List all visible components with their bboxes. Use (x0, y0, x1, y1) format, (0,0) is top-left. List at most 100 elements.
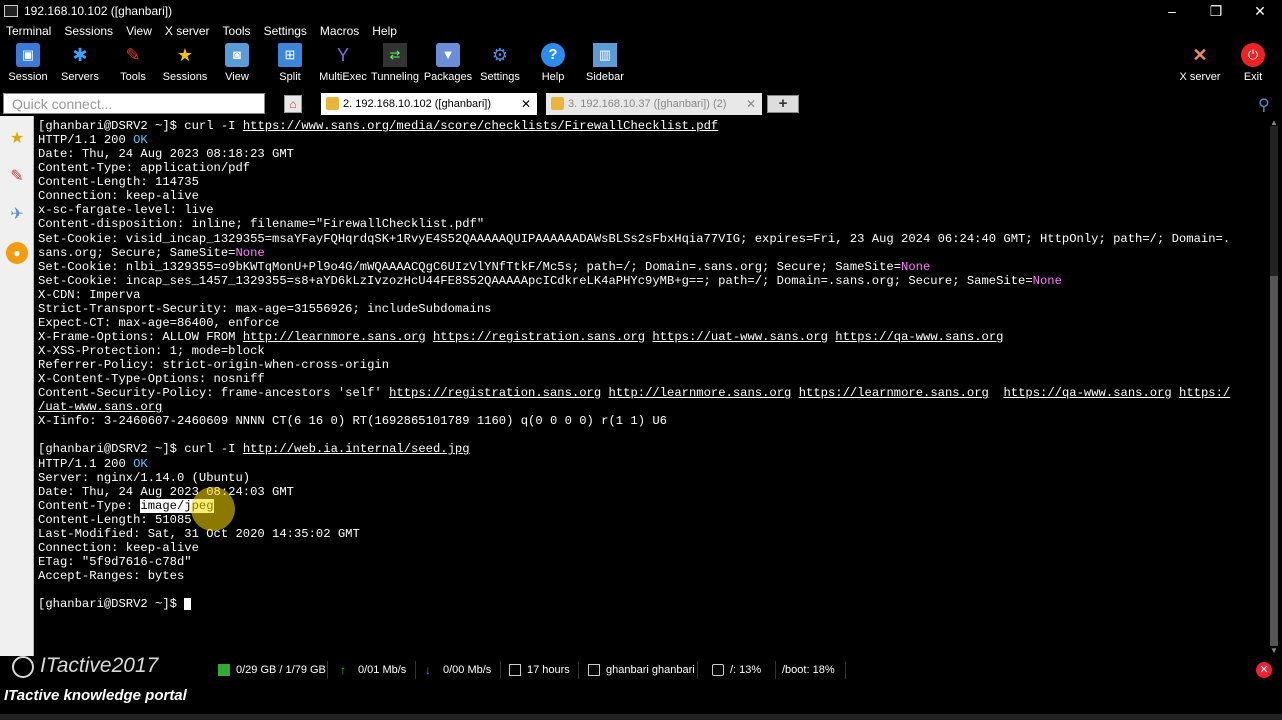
gear-icon: ⚙ (491, 45, 509, 65)
menu-x-server[interactable]: X server (165, 24, 210, 38)
terminal-line: HTTP/1.1 200 OK (38, 456, 148, 471)
sidebar-button-label: Sidebar (586, 71, 624, 83)
left-sidebar: ★ ✎ ✈ ● (0, 116, 34, 656)
split-button[interactable]: ⊞ Split (262, 43, 318, 87)
help-button[interactable]: ? Help (525, 43, 581, 87)
menu-tools[interactable]: Tools (223, 24, 251, 38)
tab-session-3-label: 3. 192.168.10.37 ([ghanbari]) (2) (568, 98, 727, 110)
terminal-link[interactable]: https:/ (1179, 386, 1230, 400)
star-icon: ★ (176, 45, 194, 65)
paperclip-icon[interactable]: ⚲ (1258, 95, 1276, 114)
text-cursor (184, 597, 192, 610)
user-status: ghanbari ghanbari (584, 661, 698, 679)
settings-button-label: Settings (480, 71, 520, 83)
terminal-output[interactable]: [ghanbari@DSRV2 ~]$ curl -I https://www.… (34, 116, 1266, 656)
menu-sessions[interactable]: Sessions (64, 24, 113, 38)
terminal-tab-icon (551, 97, 564, 110)
terminal-line: X-Content-Type-Options: nosniff (38, 372, 265, 387)
terminal-line: [ghanbari@DSRV2 ~]$ curl -I http://web.i… (38, 442, 470, 457)
terminal-tab-icon (326, 97, 339, 110)
menu-settings[interactable]: Settings (264, 24, 307, 38)
star-icon[interactable]: ★ (6, 128, 28, 150)
taskbar-strip (0, 714, 1282, 720)
terminal-link[interactable]: http://learnmore.sans.org (243, 330, 426, 344)
packages-button-label: Packages (423, 71, 473, 83)
toolbar: ▣ Session ✱ Servers ✎ Tools ★ Sessions ◙… (0, 40, 1282, 90)
terminal-link[interactable]: https://registration.sans.org (389, 386, 601, 400)
terminal-link[interactable]: https://learnmore.sans.org (799, 386, 989, 400)
terminal-line: Connection: keep-alive (38, 189, 199, 204)
root-disk-status: /: 13% (708, 661, 776, 679)
view-button[interactable]: ◙ View (209, 43, 265, 87)
sessions-button[interactable]: ★ Sessions (157, 43, 213, 87)
disk-icon (218, 664, 230, 676)
terminal-link[interactable]: https://www.sans.org/media/score/checkli… (243, 119, 718, 133)
scroll-down-arrow-icon[interactable]: ▼ (1268, 646, 1280, 656)
tab-session-2[interactable]: 2. 192.168.10.102 ([ghanbari]) ✕ (321, 93, 537, 115)
packages-icon: ▼ (436, 43, 460, 67)
terminal-line: Referrer-Policy: strict-origin-when-cros… (38, 358, 390, 373)
home-icon: ⌂ (289, 97, 297, 111)
close-window-button[interactable]: ✕ (1238, 3, 1282, 20)
terminal-line: X-CDN: Imperva (38, 287, 141, 302)
packages-button[interactable]: ▼ Packages (420, 43, 476, 87)
new-tab-button[interactable]: + (767, 95, 799, 113)
terminal-line: Content-Length: 114735 (38, 175, 199, 190)
tunneling-icon: ⇄ (383, 43, 407, 67)
tunneling-button-label: Tunneling (371, 71, 419, 83)
servers-icon: ✱ (72, 45, 88, 65)
maximize-button[interactable]: ❐ (1194, 3, 1238, 20)
terminal-line: HTTP/1.1 200 OK (38, 133, 148, 148)
send-icon[interactable]: ✈ (6, 204, 28, 226)
close-tab-2-button[interactable]: ✕ (521, 93, 531, 115)
menu-view[interactable]: View (126, 24, 152, 38)
tools-button[interactable]: ✎ Tools (105, 43, 161, 87)
menu-help[interactable]: Help (372, 24, 397, 38)
macro-icon[interactable]: ● (6, 242, 28, 264)
settings-button[interactable]: ⚙ Settings (472, 43, 528, 87)
sidebar-button[interactable]: ▥ Sidebar (577, 43, 633, 87)
terminal-link[interactable]: /uat-www.sans.org (38, 400, 162, 414)
menu-macros[interactable]: Macros (320, 24, 359, 38)
exit-button[interactable]: ⏻ Exit (1225, 43, 1281, 87)
tunneling-button[interactable]: ⇄ Tunneling (367, 43, 423, 87)
terminal-link[interactable]: https://qa-www.sans.org (1003, 386, 1171, 400)
home-tab[interactable]: ⌂ (284, 95, 302, 113)
close-status-button[interactable]: ✕ (1256, 662, 1272, 678)
view-button-label: View (225, 71, 249, 83)
minimize-button[interactable]: – (1150, 3, 1194, 19)
terminal-line: Content-Type: application/pdf (38, 161, 251, 176)
terminal-line: Set-Cookie: visid_incap_1329355=msaYFayF… (38, 231, 1231, 246)
terminal-link[interactable]: https://uat-www.sans.org (652, 330, 828, 344)
terminal-link[interactable]: http://web.ia.internal/seed.jpg (243, 442, 470, 456)
terminal-line: ETag: "5f9d7616-c78d" (38, 554, 192, 569)
terminal-scrollbar[interactable]: ▲ ▼ (1266, 116, 1282, 656)
upload-arrow-icon: ↑ (340, 663, 346, 677)
tab-session-2-label: 2. 192.168.10.102 ([ghanbari]) (343, 98, 492, 110)
tab-bar: Quick connect... ⌂ 2. 192.168.10.102 ([g… (0, 92, 1282, 116)
multiexec-button[interactable]: Y MultiExec (315, 43, 371, 87)
tools-button-label: Tools (120, 71, 146, 83)
terminal-link[interactable]: https://qa-www.sans.org (835, 330, 1003, 344)
disk-status: 0/29 GB / 1/79 GB (214, 661, 328, 679)
x-server-button[interactable]: ✕ X server (1172, 43, 1228, 87)
watermark-text: ITactive2017 (40, 654, 159, 677)
terminal-link[interactable]: https://registration.sans.org (433, 330, 645, 344)
tab-session-3[interactable]: 3. 192.168.10.37 ([ghanbari]) (2) ✕ (546, 93, 762, 115)
split-icon: ⊞ (278, 43, 302, 67)
terminal-line: sans.org; Secure; SameSite=None (38, 245, 265, 260)
servers-button[interactable]: ✱ Servers (52, 43, 108, 87)
x-server-button-label: X server (1179, 71, 1221, 83)
mouse-pointer-highlight (191, 487, 235, 531)
menu-terminal[interactable]: Terminal (6, 24, 51, 38)
tools-icon[interactable]: ✎ (6, 166, 28, 188)
terminal-link[interactable]: http://learnmore.sans.org (609, 386, 792, 400)
quick-connect-input[interactable]: Quick connect... (3, 93, 265, 114)
scrollbar-thumb[interactable] (1270, 276, 1278, 646)
download-arrow-icon: ↓ (425, 663, 431, 677)
terminal-line: X-XSS-Protection: 1; mode=block (38, 344, 265, 358)
close-tab-3-button[interactable]: ✕ (746, 93, 756, 115)
help-button-label: Help (541, 71, 565, 83)
split-button-label: Split (279, 71, 301, 83)
session-button[interactable]: ▣ Session (0, 43, 56, 87)
